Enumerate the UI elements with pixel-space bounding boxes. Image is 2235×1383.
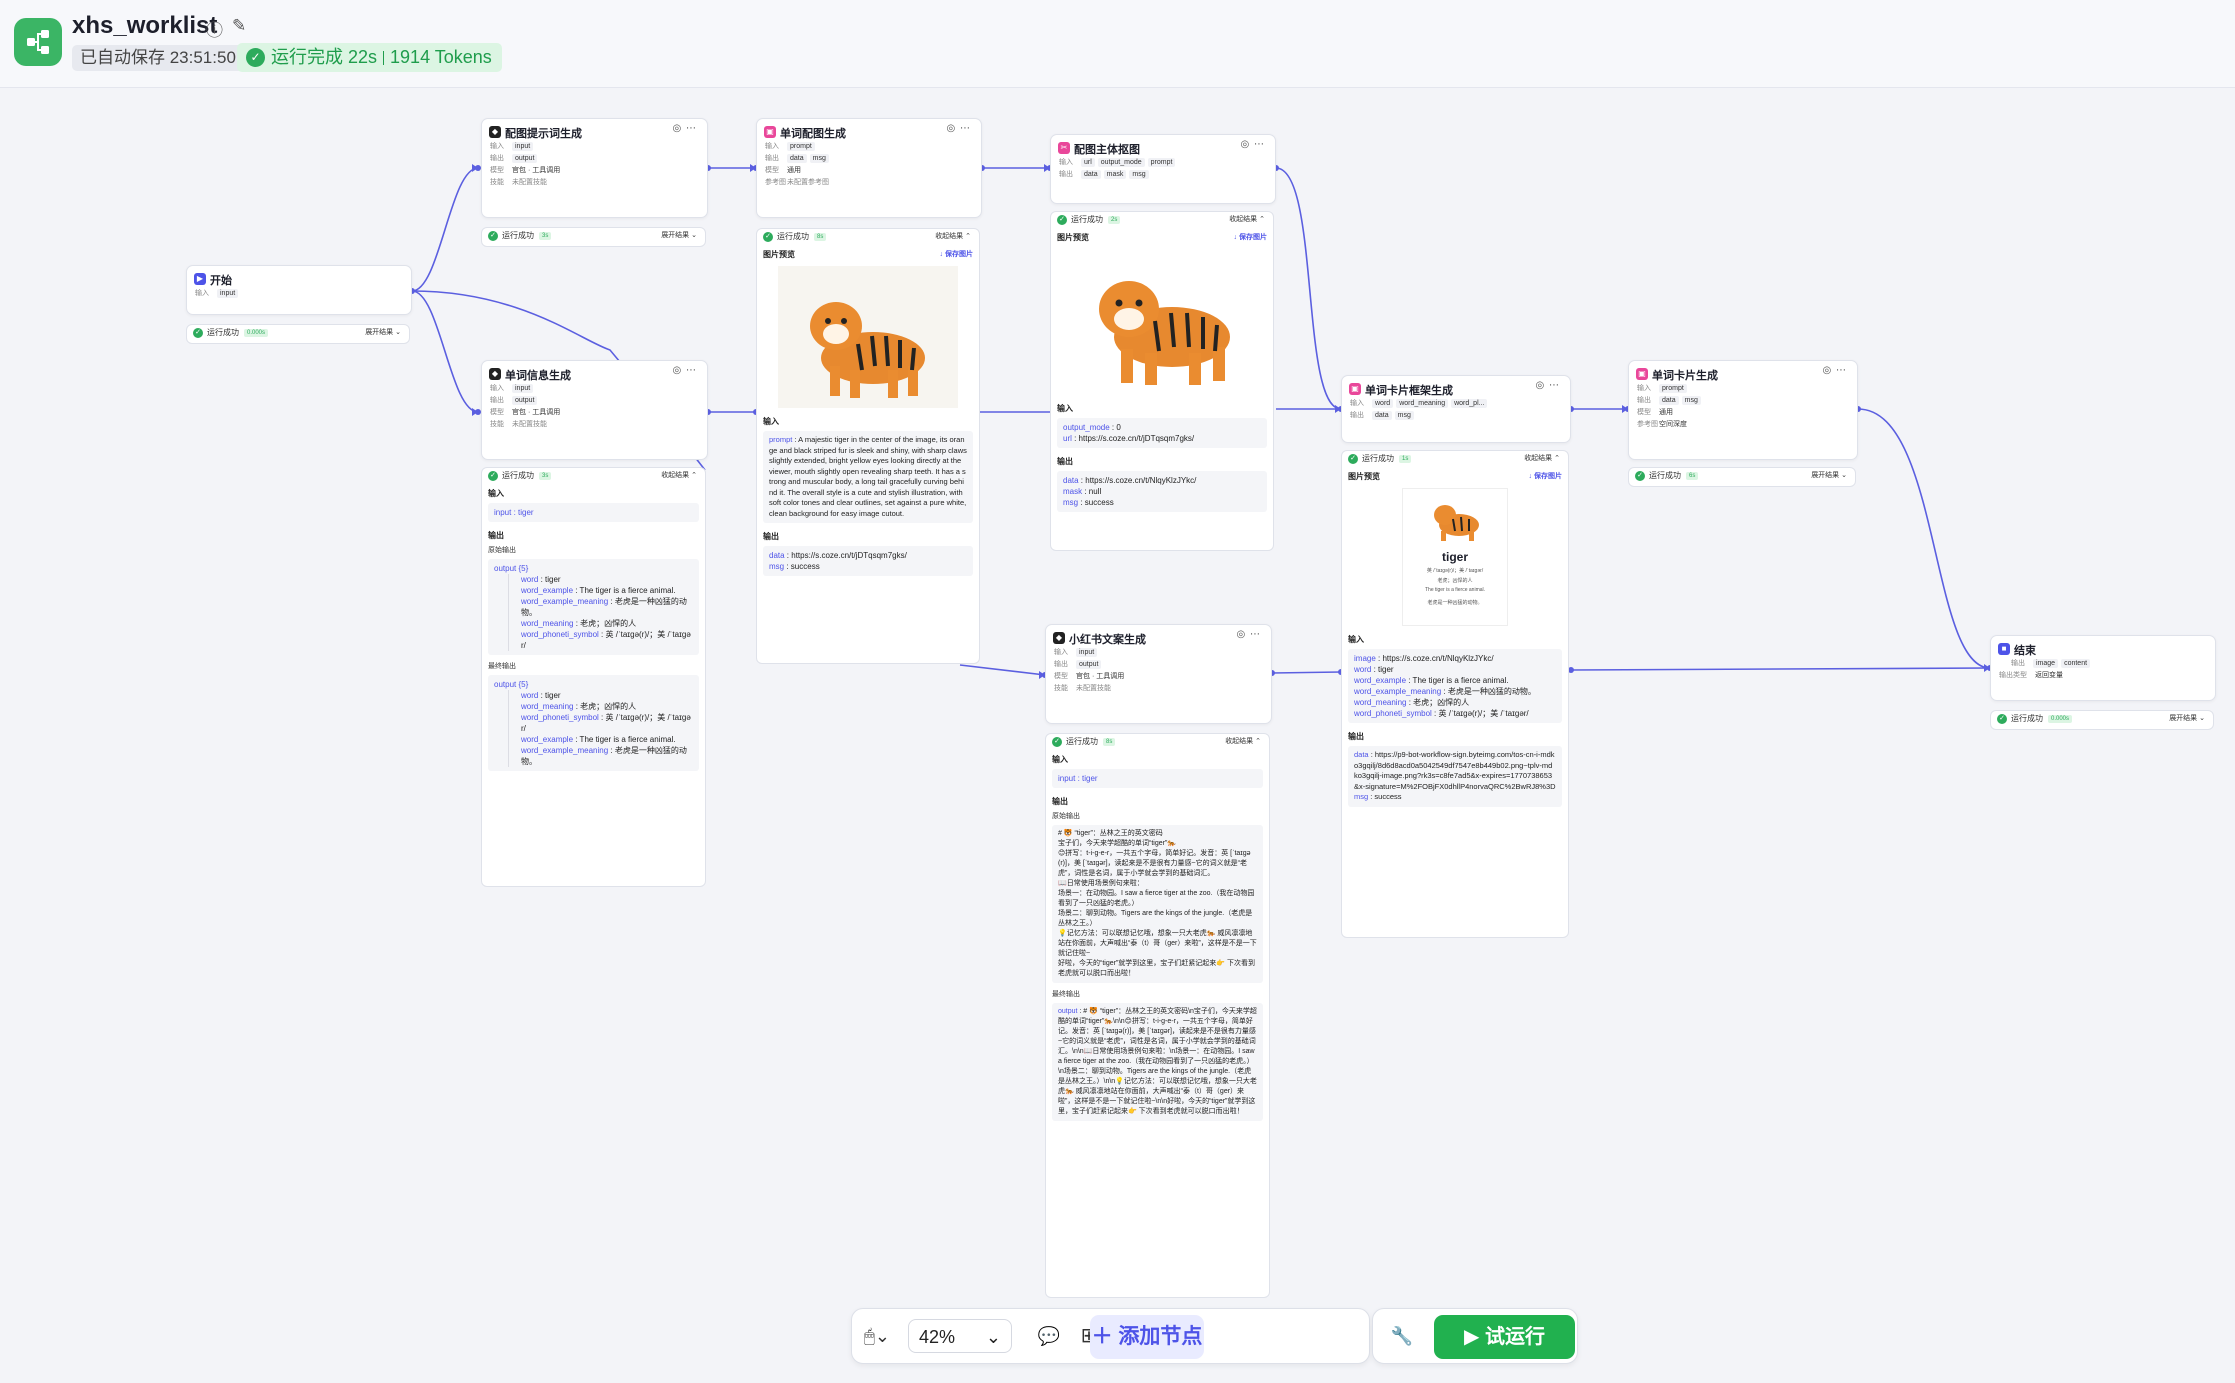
node-end[interactable]: ■ 结束 输出 image content 输出类型 返回变量: [1990, 635, 2216, 701]
card-frame-result: ✓ 运行成功 1s 收起结果 ⌃ 图片预览 ↓ 保存图片 tiger 英 /ˈtaɪɡə…: [1341, 450, 1569, 938]
more-icon[interactable]: ◎ ⋯: [1535, 380, 1560, 391]
node-start[interactable]: ▶ 开始 输入 input: [186, 265, 412, 315]
llm-icon: ◆: [489, 126, 501, 138]
more-icon[interactable]: ◎ ⋯: [946, 123, 971, 134]
node-word-info[interactable]: ◆ 单词信息生成 ◎ ⋯ 输入 input 输出 output 模型 官包 · 工具调用 …: [481, 360, 708, 460]
zoom-select[interactable]: 42% ⌄: [908, 1319, 1012, 1353]
node-card-frame[interactable]: ▣ 单词卡片框架生成 ◎ ⋯ 输入 word word_meaning word_pl..…: [1341, 375, 1571, 443]
node-prompt-gen[interactable]: ◆ 配图提示词生成 ◎ ⋯ 输入 input 输出 output 模型 官包 · 工具调用…: [481, 118, 708, 218]
tiger-cutout-image: [1067, 249, 1257, 395]
word-card-image: tiger 英 /ˈtaɪɡə(r)/；美 /ˈtaɪɡər/ 老虎；凶悍的人 …: [1402, 488, 1508, 626]
stop-icon: ■: [1998, 643, 2010, 655]
cutout-icon: ✂: [1058, 142, 1070, 154]
play-icon: ▶: [194, 273, 206, 285]
canvas-toolbar: 🖱⌄ 42%⌄ 💬 ⊞ ▭ ＋ 添加节点: [851, 1308, 1370, 1364]
mouse-mode-icon[interactable]: 🖱⌄: [860, 1319, 894, 1353]
edge-xhs-cardframe: [1271, 671, 1342, 674]
subject-result: ✓ 运行成功 2s 收起结果 ⌃ 图片预览 ↓ 保存图片 输入 output_mode …: [1050, 211, 1274, 551]
card-gen-status[interactable]: ✓ 运行成功 6s 展开结果 ⌄: [1628, 467, 1856, 487]
play-icon: ▶: [1464, 1326, 1485, 1348]
trial-run-button[interactable]: ▶ 试运行: [1434, 1315, 1575, 1359]
edge-cardframe-end: [1570, 667, 1991, 671]
start-status[interactable]: ✓ 运行成功 0.000s 展开结果 ⌄: [186, 324, 410, 344]
wrench-icon[interactable]: 🔧: [1385, 1319, 1419, 1353]
edge-cardgen-end: [1857, 408, 1991, 669]
more-icon[interactable]: ◎ ⋯: [672, 123, 697, 134]
comment-icon[interactable]: 💬: [1032, 1319, 1066, 1353]
image-gen-icon: ▣: [1349, 383, 1361, 395]
llm-icon: ◆: [489, 368, 501, 380]
word-img-result: ✓ 运行成功 8s 收起结果 ⌃ 图片预览 ↓ 保存图片 输入 prompt : A m…: [756, 228, 980, 664]
more-icon[interactable]: ◎ ⋯: [1236, 629, 1261, 640]
word-info-result: ✓ 运行成功 3s 收起结果 ⌃ 输入 input : tiger 输出 原始输出 o…: [481, 467, 706, 887]
add-node-button[interactable]: ＋ 添加节点: [1090, 1315, 1204, 1359]
more-icon[interactable]: ◎ ⋯: [1240, 139, 1265, 150]
workflow-editor: { "header": { "title": "xhs_worklist", "…: [0, 0, 2235, 1383]
node-word-img[interactable]: ▣ 单词配图生成 ◎ ⋯ 输入 prompt 输出 data msg 模型 通用 参考图未配…: [756, 118, 982, 218]
more-icon[interactable]: ◎ ⋯: [672, 365, 697, 376]
tiger-image: [778, 266, 958, 408]
edge-subject-cardframe: [1275, 167, 1342, 410]
run-toolbar: 🔧 ▶ 试运行: [1372, 1308, 1578, 1364]
edge-start-wordinfo: [411, 290, 479, 413]
plus-icon: ＋: [1091, 1325, 1119, 1348]
image-gen-icon: ▣: [1636, 368, 1648, 380]
node-subject-matting[interactable]: ✂ 配图主体抠图 ◎ ⋯ 输入 url output_mode prompt 输出 data…: [1050, 134, 1276, 204]
end-status[interactable]: ✓ 运行成功 0.000s 展开结果 ⌄: [1990, 710, 2214, 730]
edge-start-prompt: [411, 167, 479, 292]
edge-wordimg-xhs: [959, 664, 1046, 676]
check-icon: ✓: [193, 328, 203, 338]
node-xhs-copy[interactable]: ◆ 小红书文案生成 ◎ ⋯ 输入 input 输出 output 模型 官包 · 工具调用…: [1045, 624, 1272, 724]
node-card-gen[interactable]: ▣ 单词卡片生成 ◎ ⋯ 输入 prompt 输出 data msg 模型 通用 参考图空间…: [1628, 360, 1858, 460]
xhs-result: ✓ 运行成功 8s 收起结果 ⌃ 输入 input : tiger 输出 原始输出 #…: [1045, 733, 1270, 1298]
prompt-gen-status[interactable]: ✓ 运行成功 3s 展开结果 ⌄: [481, 227, 706, 247]
llm-icon: ◆: [1053, 632, 1065, 644]
image-gen-icon: ▣: [764, 126, 776, 138]
chevron-down-icon: ⌄: [985, 1327, 1001, 1347]
more-icon[interactable]: ◎ ⋯: [1822, 365, 1847, 376]
